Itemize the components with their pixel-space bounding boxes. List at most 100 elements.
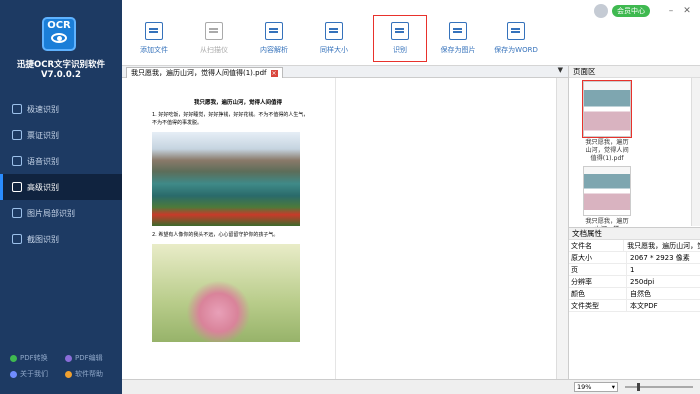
sidebar-item-advanced-ocr[interactable]: 高级识别 <box>0 174 122 200</box>
document-page: 我只愿我，遍历山河，觉得人间值得 1. 好好吃饭，好好睡觉，好好挣钱，好好花钱。… <box>152 98 312 342</box>
add-file-label: 添加文件 <box>140 46 168 54</box>
help-link[interactable]: 软件帮助 <box>65 369 120 379</box>
document-tab-label: 我只愿我，遍历山河，觉得人间值得(1).pdf <box>131 69 267 77</box>
pdf-convert-link[interactable]: PDF转换 <box>10 353 65 363</box>
pdf-edit-icon <box>65 354 72 362</box>
tab-dropdown-icon[interactable]: ▼ <box>558 66 563 74</box>
image-icon <box>12 208 22 218</box>
prop-row: 文件类型 本文PDF <box>569 300 700 312</box>
logo-text: OCR <box>47 20 71 31</box>
prop-row: 页1 <box>569 264 700 276</box>
pages-scrollbar[interactable] <box>691 78 700 226</box>
close-tab-icon[interactable]: × <box>270 69 278 77</box>
properties-title: 文档属性 <box>569 228 700 240</box>
prop-key: 文件类型 <box>569 300 627 311</box>
recognize-button[interactable]: 识别 <box>373 15 427 62</box>
page-heading: 我只愿我，遍历山河，觉得人间值得 <box>193 100 282 106</box>
zoom-slider[interactable] <box>625 383 693 391</box>
ticket-icon <box>12 130 22 140</box>
prop-value: 250dpi <box>630 278 655 286</box>
thumbnail-caption: 我只愿我，遍历山河，觉得人间值得(1).pdf <box>585 139 629 162</box>
prop-row: 分辨率 250dpi <box>569 276 700 288</box>
right-panel: 页面区 我只愿我，遍历山河，觉得人间值得(1).pdf 我只愿我，遍历山河，觉 … <box>568 66 700 379</box>
zoom-value: 19% <box>577 383 592 391</box>
prop-value: 2067 * 2923 像素 <box>630 254 690 262</box>
sidebar-item-partial-ocr[interactable]: 图片局部识别 <box>0 200 122 226</box>
microphone-icon <box>12 156 22 166</box>
sidebar-item-label: 高级识别 <box>27 182 59 192</box>
scanner-icon <box>205 22 223 40</box>
ocr-text-icon <box>391 22 409 40</box>
word-icon <box>507 22 525 40</box>
add-file-icon <box>145 22 163 40</box>
minimize-button[interactable]: – <box>666 6 676 16</box>
help-icon <box>65 370 72 378</box>
eye-icon <box>51 33 67 43</box>
page-thumbnail-2[interactable]: 我只愿我，遍历山河，觉 <box>583 166 631 234</box>
sidebar-item-voice-ocr[interactable]: 语音识别 <box>0 148 122 174</box>
prop-row: 颜色 自然色 <box>569 288 700 300</box>
sidebar-item-screenshot-ocr[interactable]: 截图识别 <box>0 226 122 252</box>
sidebar-bottom-links: PDF转换 PDF编辑 关于我们 软件帮助 <box>10 350 120 382</box>
lightning-icon <box>12 104 22 114</box>
prop-key: 分辨率 <box>569 276 627 287</box>
prop-key: 颜色 <box>569 288 627 299</box>
content-parse-button[interactable]: 内容解析 <box>248 22 300 55</box>
sidebar-item-ticket-ocr[interactable]: 票证识别 <box>0 122 122 148</box>
save-word-label: 保存为WORD <box>494 46 538 54</box>
page-thumbnail-1[interactable]: 我只愿我，遍历山河，觉得人间值得(1).pdf <box>582 80 632 163</box>
parse-icon <box>265 22 283 40</box>
avatar[interactable] <box>594 4 608 18</box>
prop-value: 自然色 <box>630 290 651 298</box>
status-bar: 19% ▾ <box>122 379 700 394</box>
zoom-select[interactable]: 19% ▾ <box>574 382 618 392</box>
prop-value: 本文PDF <box>630 302 658 310</box>
sidebar-item-label: 票证识别 <box>27 130 59 140</box>
zoom-slider-handle[interactable] <box>637 383 641 391</box>
chevron-down-icon: ▾ <box>611 383 615 391</box>
river-photo <box>152 132 300 226</box>
recognize-label: 识别 <box>393 46 407 54</box>
prop-value: 1 <box>630 266 635 274</box>
info-icon <box>10 370 17 378</box>
prop-key: 文件名 <box>569 240 625 251</box>
window-controls: 会员中心 – ✕ <box>594 4 692 18</box>
scanner-label: 从扫描仪 <box>200 46 228 54</box>
document-properties: 文档属性 文件名 我只愿我，遍历山河，觉 原大小 2067 * 2923 像素 页1… <box>569 227 700 312</box>
pdf-edit-link[interactable]: PDF编辑 <box>65 353 120 363</box>
thumbnail-image <box>582 80 632 138</box>
add-file-button[interactable]: 添加文件 <box>128 22 180 55</box>
save-word-button[interactable]: 保存为WORD <box>486 22 546 55</box>
document-scrollbar[interactable] <box>556 78 568 379</box>
app-logo: OCR <box>42 17 76 51</box>
page-paragraph-1: 1. 好好吃饭，好好睡觉，好好挣钱，好好花钱。不为不值得的人生气，不为不值得的事… <box>152 112 309 126</box>
sidebar-item-label: 截图识别 <box>27 234 59 244</box>
flower-basket-photo <box>152 244 300 342</box>
scanner-button[interactable]: 从扫描仪 <box>188 22 240 55</box>
about-link[interactable]: 关于我们 <box>10 369 65 379</box>
page-paragraph-2: 2. 希望有人像你的我头不远，心心留留守护你的孩子气。 <box>152 232 279 238</box>
vip-center-button[interactable]: 会员中心 <box>612 5 650 17</box>
sidebar-item-label: 图片局部识别 <box>27 208 75 218</box>
same-size-button[interactable]: 同样大小 <box>308 22 360 55</box>
page-divider <box>335 78 336 379</box>
save-image-label: 保存为图片 <box>440 46 476 54</box>
prop-key: 原大小 <box>569 252 627 263</box>
document-tabs: 我只愿我，遍历山河，觉得人间值得(1).pdf × ▼ <box>122 66 568 78</box>
toolbar: 添加文件 从扫描仪 内容解析 同样大小 识别 保存为图片 保存为WORD 会员中… <box>122 0 700 66</box>
document-tab[interactable]: 我只愿我，遍历山河，觉得人间值得(1).pdf × <box>126 67 283 78</box>
pages-panel-title: 页面区 <box>569 66 700 78</box>
thumbnail-image <box>583 166 631 216</box>
sidebar-item-label: 极速识别 <box>27 104 59 114</box>
close-button[interactable]: ✕ <box>682 6 692 16</box>
sidebar-item-label: 语音识别 <box>27 156 59 166</box>
same-size-label: 同样大小 <box>320 46 348 54</box>
sidebar-item-fast-ocr[interactable]: 极速识别 <box>0 96 122 122</box>
save-image-button[interactable]: 保存为图片 <box>432 22 484 55</box>
prop-row: 文件名 我只愿我，遍历山河，觉 <box>569 240 700 252</box>
app-title: 迅捷OCR文字识别软件V7.0.0.2 <box>16 60 105 80</box>
document-viewer[interactable]: 我只愿我，遍历山河，觉得人间值得 1. 好好吃饭，好好睡觉，好好挣钱，好好花钱。… <box>122 78 568 379</box>
prop-value: 我只愿我，遍历山河，觉 <box>627 242 700 250</box>
scissors-icon <box>12 234 22 244</box>
content-parse-label: 内容解析 <box>260 46 288 54</box>
